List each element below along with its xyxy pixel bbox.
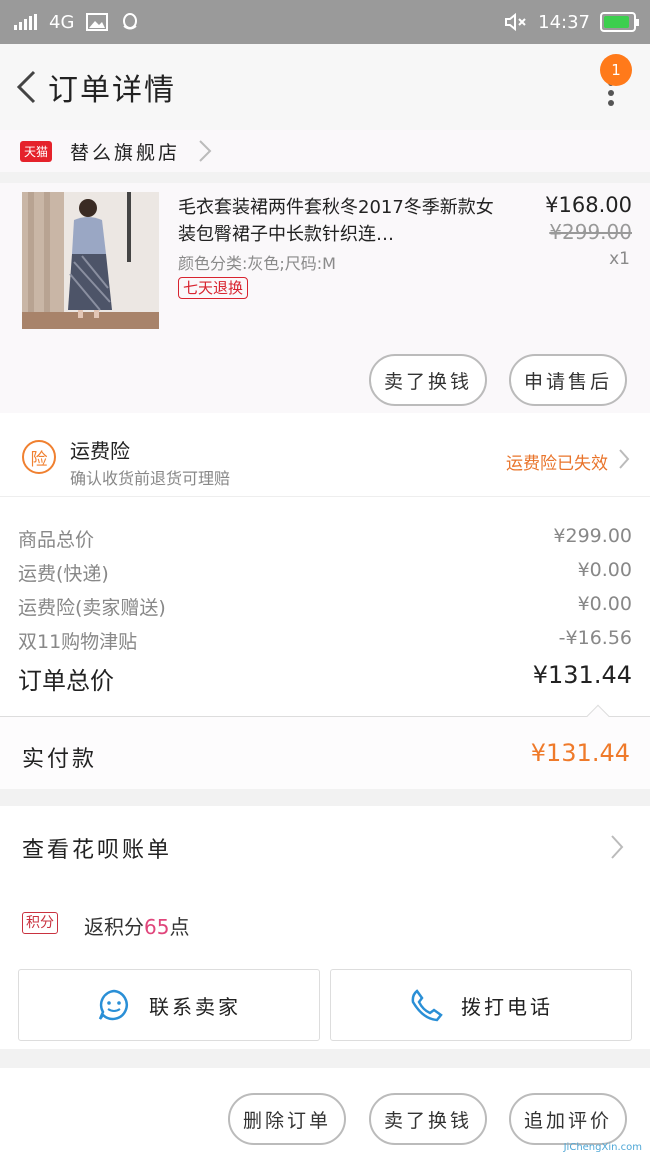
image-icon (86, 13, 109, 31)
chevron-right-icon (619, 449, 630, 469)
tmall-badge: 天猫 (20, 140, 53, 162)
product-price: ¥168.00 (545, 193, 632, 217)
paid-label: 实付款 (22, 747, 98, 772)
add-review-button[interactable]: 追加评价 (509, 1093, 627, 1145)
watermark: JiChengXin.com (563, 1142, 642, 1153)
insurance-icon: 险 (22, 440, 56, 474)
actual-payment-row: 实付款 ¥131.44 (0, 704, 650, 789)
huabei-label: 查看花呗账单 (22, 838, 173, 863)
call-phone-button[interactable]: 拨打电话 (330, 969, 632, 1041)
insurance-subtitle: 确认收货前退货可理赔 (70, 469, 231, 488)
product-quantity: x1 (609, 249, 630, 269)
phone-icon (411, 989, 443, 1022)
chevron-right-icon (611, 835, 624, 859)
contact-seller-label: 联系卖家 (149, 994, 241, 1019)
clock: 14:37 (538, 11, 590, 33)
sell-button[interactable]: 卖了换钱 (369, 1093, 487, 1145)
status-bar: 4G 14:37 (0, 0, 650, 44)
bottom-action-bar: 删除订单 卖了换钱 追加评价 JiChengXin.com (0, 1068, 650, 1155)
return-policy-tag: 七天退换 (178, 277, 249, 299)
after-sales-button[interactable]: 申请售后 (509, 354, 627, 406)
notification-badge: 1 (600, 54, 632, 86)
summary-row: 商品总价 ¥299.00 (18, 525, 632, 551)
back-button[interactable] (6, 67, 46, 107)
nav-bar: 订单详情 1 (0, 44, 650, 130)
qq-icon (123, 13, 138, 30)
huabei-bill-row[interactable]: 查看花呗账单 (0, 806, 650, 889)
chevron-left-icon (16, 70, 36, 104)
product-original-price: ¥299.00 (549, 220, 632, 244)
price-summary: 商品总价 ¥299.00 运费(快递) ¥0.00 运费险(卖家赠送) ¥0.00 双… (0, 496, 650, 716)
insurance-title: 运费险 (70, 439, 130, 463)
insurance-status: 运费险已失效 (506, 454, 608, 474)
summary-row: 运费(快递) ¥0.00 (18, 559, 632, 585)
call-phone-label: 拨打电话 (461, 994, 553, 1019)
shipping-insurance-row[interactable]: 险 运费险 确认收货前退货可理赔 运费险已失效 (0, 413, 650, 496)
product-name[interactable]: 毛衣套装裙两件套秋冬2017冬季新款女装包臀裙子中长款针织连… (178, 194, 503, 248)
battery-icon (600, 12, 639, 32)
contact-seller-button[interactable]: 联系卖家 (18, 969, 320, 1041)
mute-icon (505, 12, 526, 32)
sell-button[interactable]: 卖了换钱 (369, 354, 487, 406)
network-type: 4G (49, 11, 75, 33)
points-badge: 积分 (22, 912, 58, 934)
order-total-row: 订单总价 ¥131.44 (18, 661, 632, 695)
signal-icon (14, 14, 37, 30)
chevron-right-icon (199, 140, 212, 162)
product-spec: 颜色分类:灰色;尺码:M (178, 254, 336, 273)
points-section: 积分 返积分65点 联系卖家 拨打电话 (0, 889, 650, 1049)
product-image[interactable] (22, 192, 159, 329)
product-card: 毛衣套装裙两件套秋冬2017冬季新款女装包臀裙子中长款针织连… 颜色分类:灰色;… (0, 183, 650, 413)
page-title: 订单详情 (48, 73, 176, 108)
store-name: 替么旗舰店 (70, 141, 181, 164)
store-row[interactable]: 天猫 替么旗舰店 (0, 130, 650, 172)
summary-row: 运费险(卖家赠送) ¥0.00 (18, 593, 632, 619)
paid-amount: ¥131.44 (530, 739, 630, 767)
summary-row: 双11购物津贴 -¥16.56 (18, 627, 632, 653)
points-text: 返积分65点 (84, 915, 190, 939)
delete-order-button[interactable]: 删除订单 (228, 1093, 346, 1145)
chat-icon (98, 989, 128, 1021)
